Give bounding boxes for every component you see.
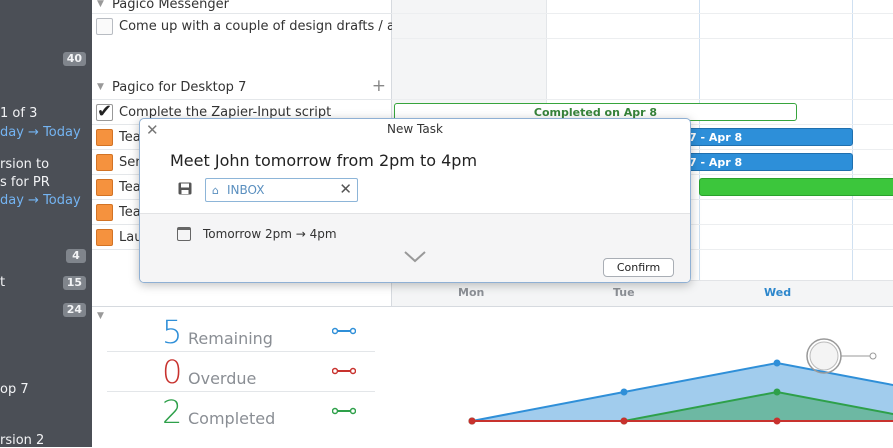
chevron-down-icon[interactable] [403, 250, 427, 264]
save-icon[interactable] [178, 182, 192, 195]
task-checkbox[interactable] [96, 101, 113, 122]
project-label: INBOX [227, 183, 265, 197]
row-line [392, 99, 893, 100]
task-checkbox[interactable] [96, 179, 113, 196]
stat-label: Overdue [188, 369, 257, 388]
summary-panel: ▼ 5 Remaining 0 Overdue 2 Completed [92, 306, 893, 447]
task-title[interactable]: Ser [119, 155, 141, 170]
sidebar-line[interactable]: t [0, 275, 5, 290]
task-checkbox[interactable] [96, 129, 113, 146]
stat-value: 2 [162, 393, 183, 431]
task-title[interactable]: Tea [119, 180, 141, 195]
group-header[interactable]: ▼ Pagico for Desktop 7 + [92, 76, 392, 100]
data-point [468, 417, 476, 425]
task-bar[interactable] [699, 178, 893, 196]
sidebar-line[interactable]: rsion to [0, 157, 49, 172]
confirm-button[interactable]: Confirm [603, 258, 674, 277]
task-row[interactable]: Come up with a couple of design drafts /… [92, 13, 407, 38]
row-line [392, 13, 893, 14]
clear-icon[interactable]: ✕ [339, 180, 352, 198]
divider [107, 391, 375, 392]
sidebar-date-line[interactable]: day → Today [0, 193, 81, 208]
count-badge[interactable]: 40 [62, 52, 86, 66]
task-checkbox[interactable] [96, 204, 113, 221]
sidebar-date-line[interactable]: day → Today [0, 125, 81, 140]
count-badge[interactable]: 4 [66, 249, 86, 263]
overdue-legend-icon [332, 367, 356, 375]
task-checkbox[interactable] [96, 154, 113, 171]
task-title[interactable]: Tea [119, 130, 141, 145]
new-task-dialog: ✕ New Task Meet John tomorrow from 2pm t… [139, 118, 691, 283]
data-point [620, 388, 628, 396]
task-bar[interactable]: 7 - Apr 8 [682, 153, 853, 171]
row-line [392, 38, 893, 39]
stat-label: Completed [188, 409, 276, 428]
divider [107, 351, 375, 352]
task-title[interactable]: Come up with a couple of design drafts /… [119, 19, 407, 34]
stat-value: 5 [162, 313, 183, 351]
stat-label: Remaining [188, 329, 273, 348]
group-title: Pagico Messenger [112, 0, 229, 12]
sidebar: 40 1 of 3 day → Today rsion to s for PR … [0, 0, 92, 447]
day-label: Mon [458, 286, 485, 299]
count-badge[interactable]: 15 [62, 276, 86, 290]
count-badge[interactable]: 24 [62, 303, 86, 317]
stat-value: 0 [162, 353, 183, 391]
data-point [773, 359, 781, 367]
add-task-icon[interactable]: + [372, 76, 386, 96]
data-point [773, 388, 781, 396]
day-label: Tue [613, 286, 635, 299]
collapse-triangle-icon[interactable]: ▼ [97, 311, 104, 321]
inbox-icon: ⌂ [212, 184, 219, 197]
data-point [773, 417, 781, 425]
task-checkbox[interactable] [96, 18, 113, 35]
task-checkbox[interactable] [96, 229, 113, 246]
dialog-details: Tomorrow 2pm → 4pm Confirm [140, 213, 690, 282]
sidebar-line[interactable]: 1 of 3 [0, 106, 37, 121]
group-title: Pagico for Desktop 7 [112, 80, 247, 95]
task-bar[interactable]: 7 - Apr 8 [682, 128, 853, 146]
sidebar-line[interactable]: op 7 [0, 382, 29, 397]
dialog-title: New Task [387, 122, 443, 136]
project-field[interactable]: ⌂ INBOX ✕ [205, 178, 358, 202]
collapse-triangle-icon[interactable]: ▼ [97, 0, 104, 9]
task-name-input[interactable]: Meet John tomorrow from 2pm to 4pm [170, 151, 477, 170]
sidebar-line[interactable]: s for PR [0, 175, 50, 190]
date-text[interactable]: Tomorrow 2pm → 4pm [203, 227, 337, 241]
task-title[interactable]: Tea [119, 205, 141, 220]
progress-area-chart [468, 359, 893, 425]
day-label: Wed [764, 286, 792, 299]
calendar-icon[interactable] [177, 227, 191, 241]
remaining-legend-icon [332, 327, 356, 335]
completed-legend-icon [332, 407, 356, 415]
data-point [620, 417, 628, 425]
collapse-triangle-icon[interactable]: ▼ [97, 82, 104, 92]
zoom-handle-icon[interactable] [804, 336, 882, 376]
sidebar-line[interactable]: rsion 2 [0, 433, 44, 447]
